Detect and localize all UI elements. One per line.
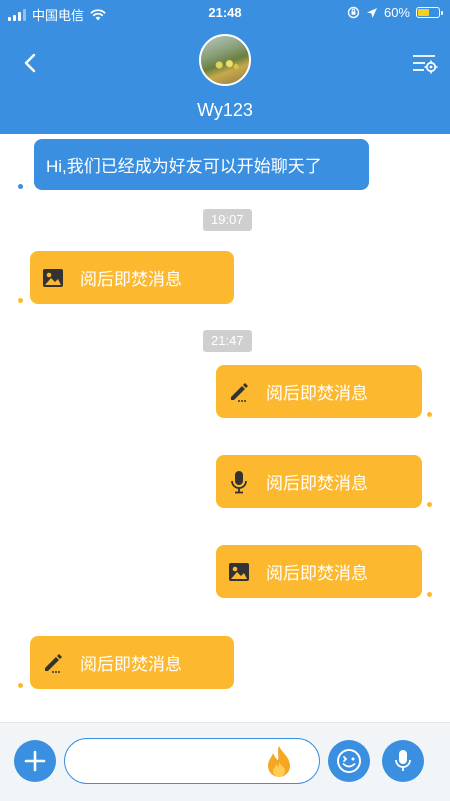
contact-avatar[interactable] bbox=[199, 34, 251, 86]
location-arrow-icon bbox=[366, 7, 377, 18]
unread-dot bbox=[18, 184, 23, 189]
timestamp: 19:07 bbox=[203, 209, 252, 231]
unread-dot bbox=[427, 502, 432, 507]
contact-name: Wy123 bbox=[197, 100, 253, 120]
emoji-icon bbox=[337, 749, 361, 773]
pencil-icon bbox=[228, 381, 250, 403]
voice-input-button[interactable] bbox=[382, 740, 424, 782]
chat-header: 中国电信 21:48 60% Wy123 bbox=[0, 0, 450, 134]
settings-sliders-icon[interactable] bbox=[410, 49, 440, 79]
unread-dot bbox=[427, 592, 432, 597]
message-bubble-text[interactable]: Hi,我们已经成为好友可以开始聊天了 bbox=[34, 139, 369, 190]
message-text: Hi,我们已经成为好友可以开始聊天了 bbox=[46, 157, 322, 176]
burn-message-bubble[interactable]: 阅后即焚消息 bbox=[216, 455, 422, 508]
battery-percent: 60% bbox=[383, 5, 410, 20]
battery-icon bbox=[416, 7, 443, 18]
burn-message-bubble[interactable]: 阅后即焚消息 bbox=[30, 251, 234, 304]
burn-message-label: 阅后即焚消息 bbox=[266, 474, 368, 493]
burn-message-bubble[interactable]: 阅后即焚消息 bbox=[216, 365, 422, 418]
status-bar: 中国电信 21:48 60% bbox=[0, 0, 450, 26]
burn-message-label: 阅后即焚消息 bbox=[266, 564, 368, 583]
burn-message-label: 阅后即焚消息 bbox=[80, 655, 182, 674]
pencil-icon bbox=[42, 652, 64, 674]
unread-dot bbox=[18, 683, 23, 688]
status-right: 60% bbox=[347, 5, 443, 20]
microphone-icon bbox=[395, 750, 411, 771]
battery-fill bbox=[418, 9, 430, 16]
burn-message-bubble[interactable]: 阅后即焚消息 bbox=[216, 545, 422, 598]
burn-message-label: 阅后即焚消息 bbox=[266, 384, 368, 403]
rotation-lock-icon bbox=[347, 6, 360, 19]
timestamp: 21:47 bbox=[203, 330, 252, 352]
fire-icon[interactable] bbox=[262, 744, 296, 780]
microphone-icon bbox=[228, 470, 250, 493]
back-chevron-icon[interactable] bbox=[16, 48, 46, 78]
image-icon bbox=[42, 267, 64, 289]
add-attachment-button[interactable] bbox=[14, 740, 56, 782]
unread-dot bbox=[427, 412, 432, 417]
burn-message-label: 阅后即焚消息 bbox=[80, 270, 182, 289]
burn-message-bubble[interactable]: 阅后即焚消息 bbox=[30, 636, 234, 689]
plus-icon bbox=[24, 750, 46, 772]
unread-dot bbox=[18, 298, 23, 303]
emoji-button[interactable] bbox=[328, 740, 370, 782]
image-icon bbox=[228, 561, 250, 583]
